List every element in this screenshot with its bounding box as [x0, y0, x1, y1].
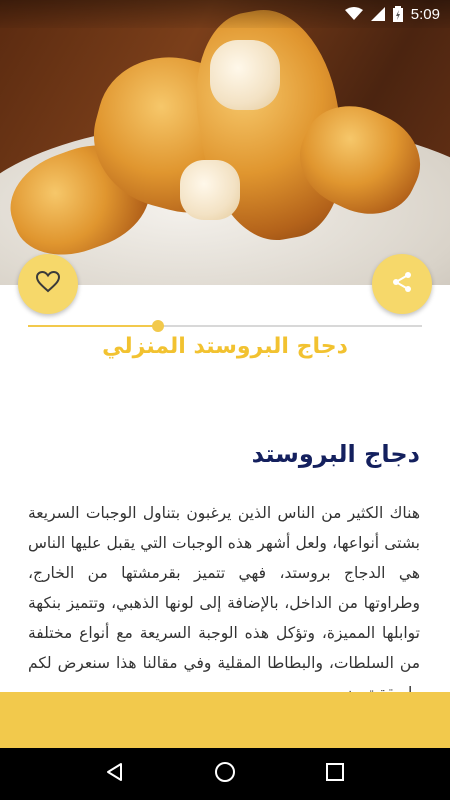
- reading-progress-fill: [28, 325, 159, 327]
- article-body: هناك الكثير من الناس الذين يرغبون بتناول…: [28, 504, 420, 702]
- chicken-meat: [180, 160, 240, 220]
- share-button[interactable]: [372, 254, 432, 314]
- status-bar: 5:09: [0, 0, 450, 28]
- bottom-banner[interactable]: [0, 692, 450, 748]
- home-button[interactable]: [205, 754, 245, 794]
- article-content: دجاج البروستد هناك الكثير من الناس الذين…: [28, 440, 420, 708]
- article-heading: دجاج البروستد: [251, 440, 420, 468]
- clock: 5:09: [410, 5, 440, 23]
- recipe-hero-image: [0, 0, 450, 285]
- heart-outline-icon: [35, 270, 61, 297]
- back-triangle-icon: [105, 762, 125, 786]
- wifi-icon: [344, 7, 363, 21]
- favorite-button[interactable]: [18, 254, 78, 314]
- recents-button[interactable]: [315, 754, 355, 794]
- chicken-meat: [210, 40, 280, 110]
- home-circle-icon: [214, 761, 236, 787]
- recents-square-icon: [326, 763, 344, 785]
- share-icon: [390, 270, 414, 298]
- reading-progress-bar: [28, 320, 422, 332]
- navigation-bar: [0, 748, 450, 800]
- reading-progress-thumb[interactable]: [152, 320, 165, 332]
- back-button[interactable]: [95, 754, 135, 794]
- signal-icon: [370, 7, 385, 21]
- recipe-title: دجاج البروستد المنزلي: [102, 334, 348, 359]
- battery-charging-icon: [392, 6, 403, 22]
